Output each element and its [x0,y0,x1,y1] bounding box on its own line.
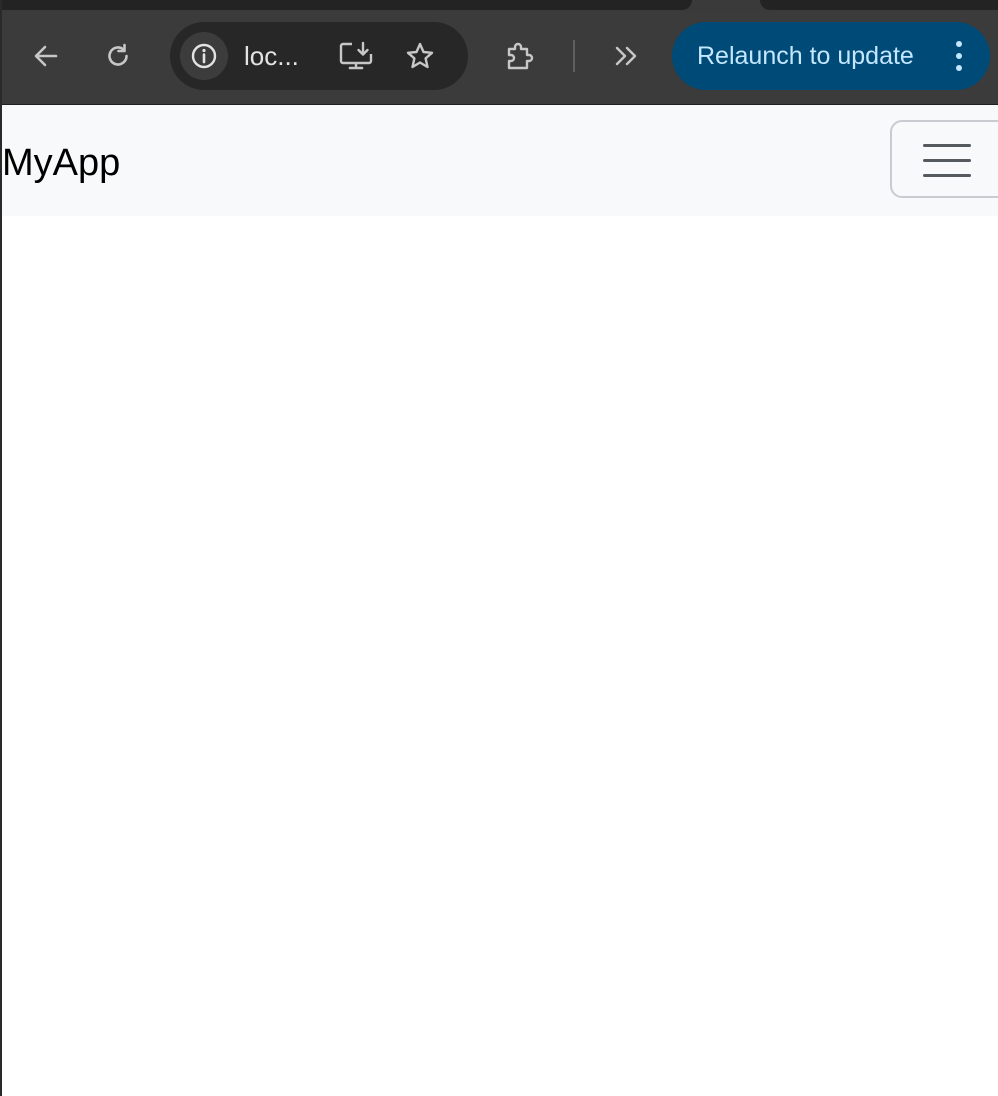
app-navbar: MyApp [2,105,998,216]
back-arrow-icon [34,45,58,67]
browser-toolbar: loc... Relaunch to update [0,12,998,105]
url-text[interactable]: loc... [244,40,299,72]
info-icon [191,43,217,69]
browser-tab[interactable] [0,0,692,10]
relaunch-to-update-button[interactable]: Relaunch to update [672,22,990,90]
bookmark-button[interactable] [398,34,442,78]
install-app-button[interactable] [334,34,378,78]
install-app-icon [339,41,373,70]
star-icon [406,42,434,69]
page-content [2,216,998,1096]
back-button[interactable] [24,34,68,78]
browser-tab[interactable] [760,0,998,10]
site-info-button[interactable] [180,32,228,80]
extensions-button[interactable] [498,34,542,78]
overflow-button[interactable] [605,34,649,78]
navbar-brand[interactable]: MyApp [2,141,120,185]
tab-strip [0,0,998,12]
chevron-double-right-icon [615,46,637,66]
reload-icon [108,43,128,66]
browser-menu-button[interactable] [942,34,976,78]
window-edge [0,0,2,1096]
navbar-toggler-button[interactable] [890,120,998,198]
address-bar[interactable]: loc... [170,22,468,90]
browser-window: loc... Relaunch to update MyApp [0,0,998,1096]
puzzle-piece-icon [507,42,534,70]
relaunch-label: Relaunch to update [697,42,914,70]
reload-button[interactable] [96,34,140,78]
toolbar-divider [573,40,575,72]
vertical-dots-icon [956,41,962,71]
